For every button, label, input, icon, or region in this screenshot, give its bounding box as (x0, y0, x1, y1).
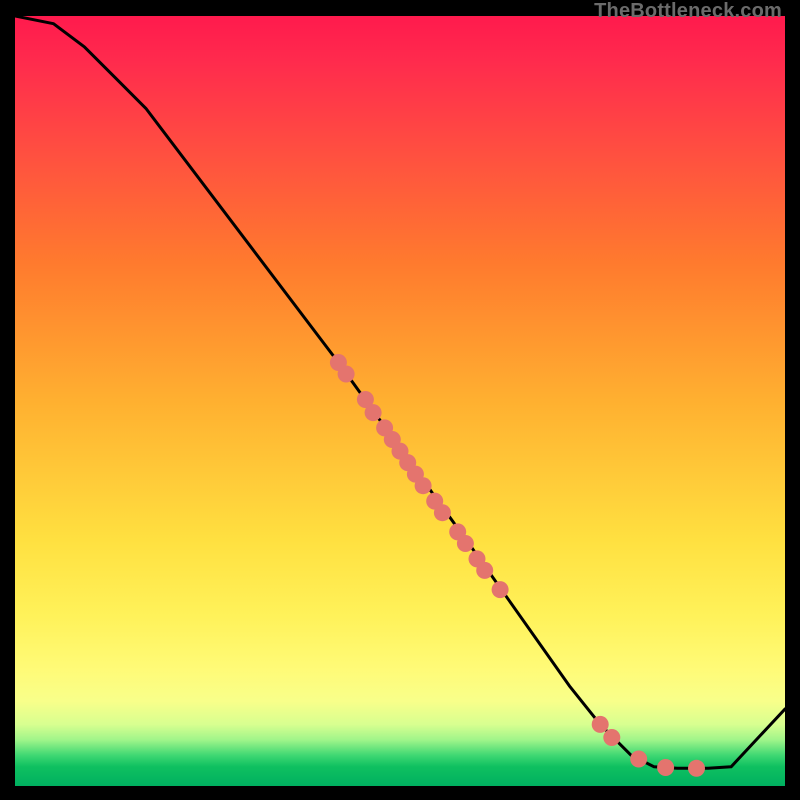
watermark-label: TheBottleneck.com (594, 0, 782, 23)
chart-svg (15, 16, 785, 786)
data-points (330, 354, 705, 777)
data-point (457, 535, 474, 552)
data-point (338, 366, 355, 383)
data-point (365, 404, 382, 421)
data-point (657, 759, 674, 776)
data-point (492, 581, 509, 598)
data-point (688, 760, 705, 777)
bottleneck-curve (15, 16, 785, 768)
data-point (630, 751, 647, 768)
data-point (415, 477, 432, 494)
data-point (434, 504, 451, 521)
data-point (476, 562, 493, 579)
data-point (592, 716, 609, 733)
data-point (603, 729, 620, 746)
